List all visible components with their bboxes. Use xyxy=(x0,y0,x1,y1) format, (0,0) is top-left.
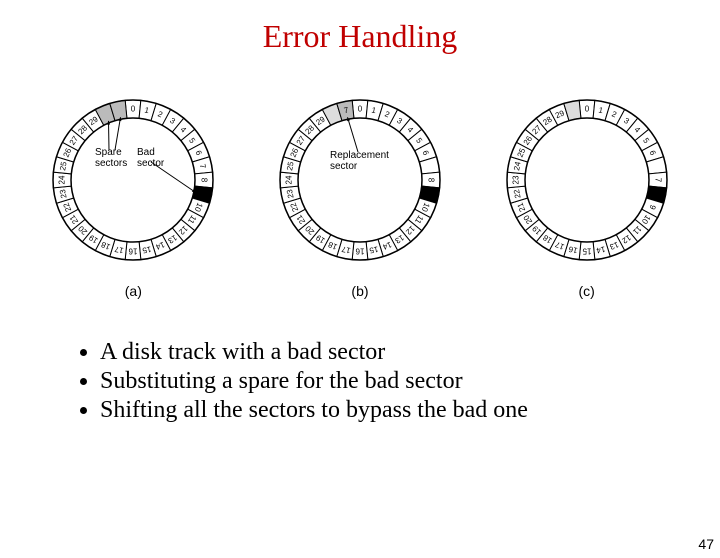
disk-c: 0123456789101112131415161718192021222324… xyxy=(487,85,687,299)
svg-text:16: 16 xyxy=(355,247,364,256)
bullet-item: Shifting all the sectors to bypass the b… xyxy=(100,397,720,424)
svg-text:8: 8 xyxy=(426,178,435,183)
caption-a: (a) xyxy=(33,283,233,299)
disk-a: 0123456789101112131415161718192021222324… xyxy=(33,85,233,299)
bullet-list: A disk track with a bad sector Substitut… xyxy=(60,339,720,424)
svg-text:8: 8 xyxy=(200,178,209,183)
disk-b: 0123456891011121314151617181920212223242… xyxy=(260,85,460,299)
svg-text:24: 24 xyxy=(58,175,67,184)
page-number: 47 xyxy=(698,536,714,552)
svg-text:24: 24 xyxy=(284,175,293,184)
svg-text:0: 0 xyxy=(358,105,363,114)
svg-text:0: 0 xyxy=(584,105,589,114)
svg-text:Sparesectors: Sparesectors xyxy=(95,147,127,169)
disk-diagrams: 0123456789101112131415161718192021222324… xyxy=(0,85,720,299)
caption-b: (b) xyxy=(260,283,460,299)
svg-text:Replacementsector: Replacementsector xyxy=(330,150,389,172)
bullet-item: A disk track with a bad sector xyxy=(100,339,720,366)
svg-text:0: 0 xyxy=(131,105,136,114)
caption-c: (c) xyxy=(487,283,687,299)
bullet-item: Substituting a spare for the bad sector xyxy=(100,368,720,395)
svg-text:Badsector: Badsector xyxy=(137,147,165,169)
svg-text:16: 16 xyxy=(128,247,137,256)
svg-text:7: 7 xyxy=(653,178,662,183)
page-title: Error Handling xyxy=(0,18,720,55)
svg-text:15: 15 xyxy=(582,247,591,256)
svg-text:23: 23 xyxy=(511,175,520,184)
